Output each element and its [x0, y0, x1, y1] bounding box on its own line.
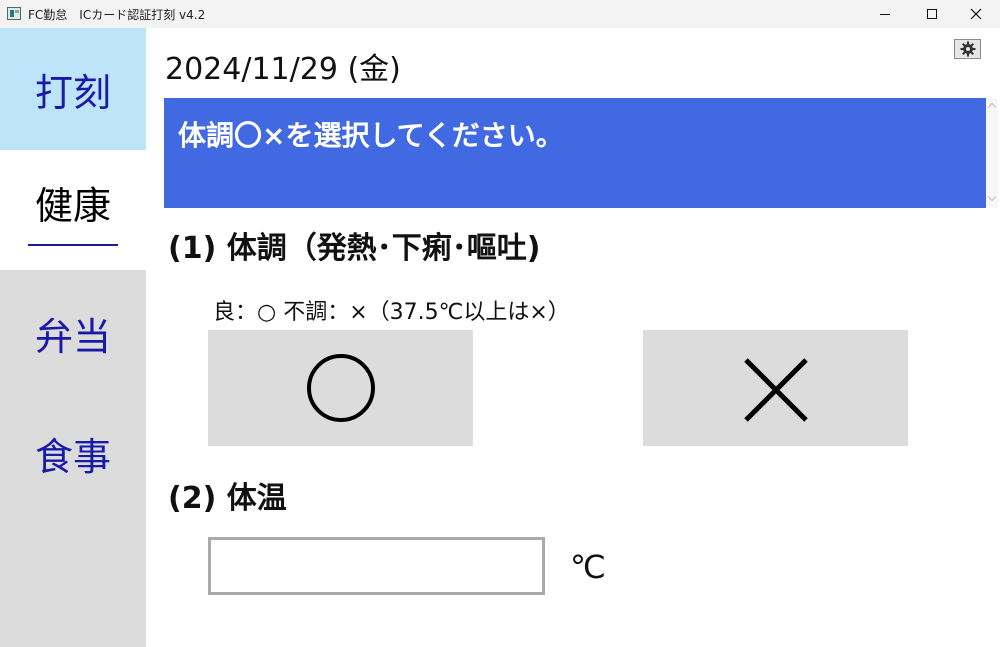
- sidebar-item-label: 打刻: [34, 70, 111, 115]
- current-date: 2024/11/29 (金): [165, 52, 401, 87]
- minimize-icon: [880, 13, 890, 15]
- title-bar: FC勤怠 ICカード認証打刻 v4.2: [0, 0, 1000, 28]
- condition-bad-button[interactable]: ×: [643, 330, 908, 446]
- sidebar-item-label: 健康: [34, 183, 111, 228]
- scroll-up-icon[interactable]: [987, 102, 997, 112]
- sidebar-item-bentou[interactable]: 弁当: [0, 273, 146, 393]
- sidebar: 打刻 健康 弁当 食事: [0, 28, 146, 647]
- banner-scrollbar[interactable]: [986, 98, 998, 208]
- minimize-button[interactable]: [862, 0, 908, 28]
- cross-icon: ×: [743, 358, 808, 422]
- app-icon: [7, 7, 21, 20]
- gear-icon: [960, 41, 975, 57]
- sidebar-item-shokuji[interactable]: 食事: [0, 393, 146, 513]
- close-icon: [970, 8, 982, 20]
- condition-hint: 良：○ 不調：×（37.5℃以上は×）: [213, 300, 570, 325]
- sidebar-item-label: 弁当: [34, 314, 111, 359]
- sidebar-item-dakoku[interactable]: 打刻: [0, 28, 146, 150]
- temperature-unit: ℃: [570, 548, 606, 586]
- temperature-input[interactable]: [208, 537, 545, 595]
- condition-heading: (1) 体調（発熱･下痢･嘔吐): [168, 231, 541, 266]
- window-title: FC勤怠 ICカード認証打刻 v4.2: [28, 8, 206, 22]
- sidebar-item-kenkou[interactable]: 健康: [0, 150, 146, 270]
- close-button[interactable]: [953, 0, 999, 28]
- app-window: FC勤怠 ICカード認証打刻 v4.2 打刻 健康 弁当 食事 2024/11/: [0, 0, 1000, 647]
- active-tab-indicator: [28, 243, 118, 246]
- instruction-text: 体調〇×を選択してください。: [178, 119, 564, 152]
- svg-text:〇: 〇: [341, 386, 342, 389]
- instruction-banner: 体調〇×を選択してください。: [164, 98, 986, 208]
- temperature-heading: (2) 体温: [168, 481, 287, 516]
- maximize-icon: [927, 9, 937, 19]
- sidebar-item-label: 食事: [34, 434, 111, 479]
- circle-icon: 〇: [306, 354, 375, 422]
- maximize-button[interactable]: [909, 0, 955, 28]
- condition-good-button[interactable]: 〇: [208, 330, 473, 446]
- settings-button[interactable]: [954, 39, 981, 59]
- scroll-down-icon[interactable]: [987, 192, 997, 202]
